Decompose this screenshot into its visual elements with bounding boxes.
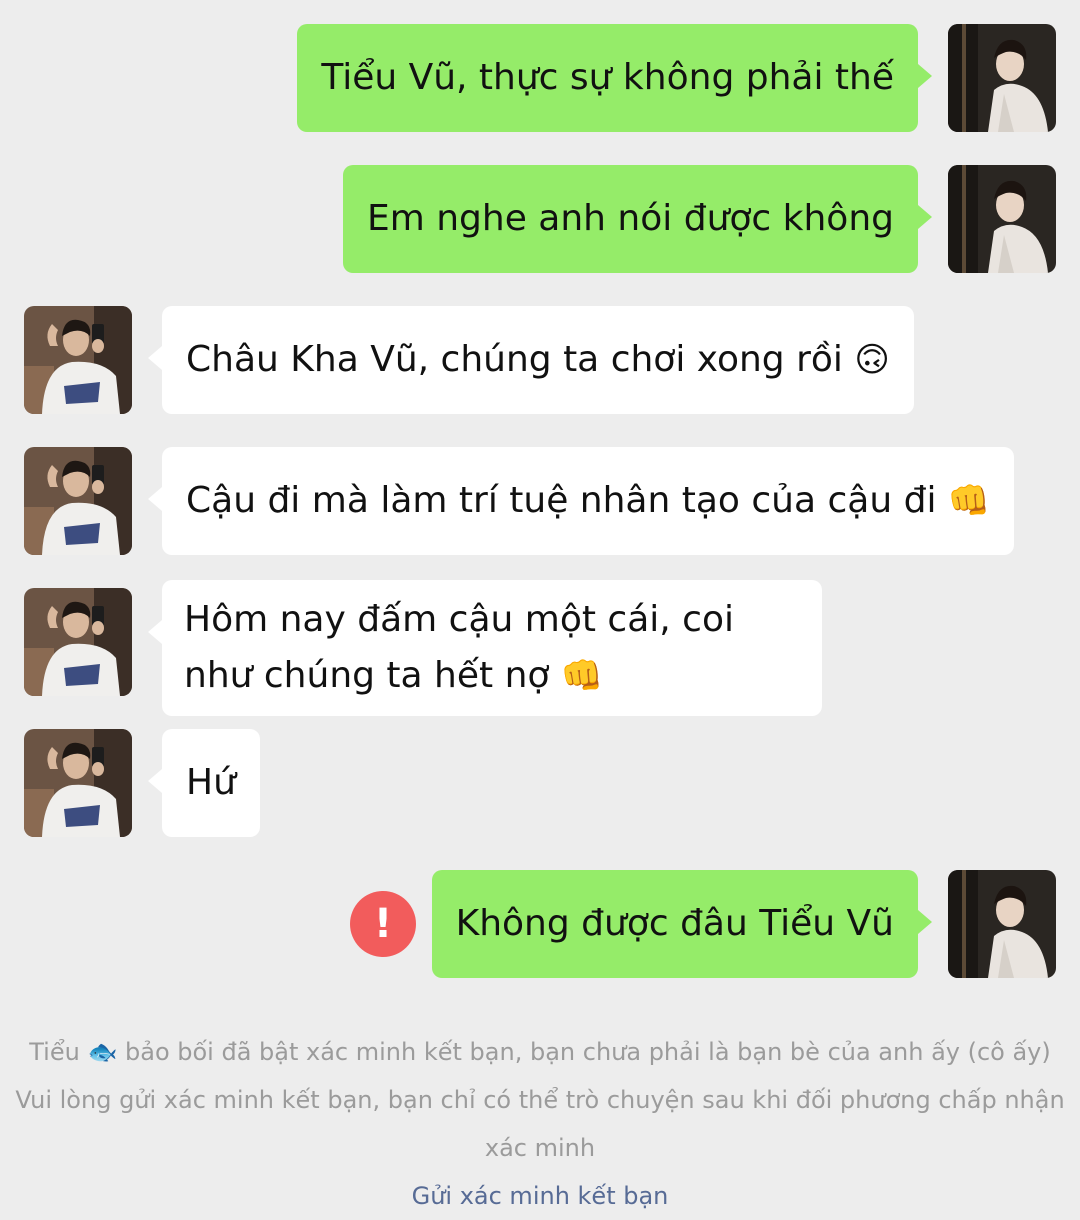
avatar-photo-icon	[24, 306, 132, 414]
avatar-photo-icon	[948, 24, 1056, 132]
avatar-photo-icon	[948, 870, 1056, 978]
message-row-me: Em nghe anh nói được không	[0, 165, 1080, 273]
notice-text: bảo bối đã bật xác minh kết bạn, bạn chư…	[125, 1038, 1051, 1066]
message-bubble[interactable]: Không được đâu Tiểu Vũ	[431, 870, 933, 978]
avatar-photo-icon	[24, 447, 132, 555]
contact-avatar[interactable]	[24, 447, 132, 555]
contact-avatar[interactable]	[24, 306, 132, 414]
avatar-photo-icon	[948, 165, 1056, 273]
my-avatar[interactable]	[948, 870, 1056, 978]
notice-line-1: Tiểu 🐟 bảo bối đã bật xác minh kết bạn, …	[0, 1028, 1080, 1076]
my-avatar[interactable]	[948, 24, 1056, 132]
message-row-them: Hứ	[0, 729, 1080, 837]
notice-line-2: Vui lòng gửi xác minh kết bạn, bạn chỉ c…	[15, 1086, 1065, 1162]
fish-icon: 🐟	[87, 1038, 118, 1066]
message-text: Châu Kha Vũ, chúng ta chơi xong rồi	[186, 339, 843, 380]
message-text: Em nghe anh nói được không	[366, 198, 894, 239]
message-bubble[interactable]: Cậu đi mà làm trí tuệ nhân tạo của cậu đ…	[147, 447, 1015, 555]
message-bubble[interactable]: Tiểu Vũ, thực sự không phải thế	[297, 24, 932, 132]
fist-icon: 👊	[947, 481, 991, 521]
message-row-them: Châu Kha Vũ, chúng ta chơi xong rồi 🙃	[0, 306, 1080, 414]
my-avatar[interactable]	[948, 165, 1056, 273]
message-row-them: Hôm nay đấm cậu một cái, coi như chúng t…	[0, 580, 1080, 716]
message-row-me: ! Không được đâu Tiểu Vũ	[0, 870, 1080, 978]
upside-down-face-icon: 🙃	[854, 340, 890, 380]
message-bubble[interactable]: Hứ	[148, 729, 260, 837]
send-friend-verification-link[interactable]: Gửi xác minh kết bạn	[0, 1172, 1080, 1220]
message-bubble[interactable]: Hôm nay đấm cậu một cái, coi như chúng t…	[148, 580, 822, 716]
message-text: Hôm nay đấm cậu một cái, coi như chúng t…	[184, 599, 734, 696]
contact-avatar[interactable]	[24, 729, 132, 837]
notice-text: Tiểu	[29, 1038, 80, 1066]
avatar-photo-icon	[24, 588, 132, 696]
message-text: Không được đâu Tiểu Vũ	[455, 903, 894, 944]
message-bubble[interactable]: Châu Kha Vũ, chúng ta chơi xong rồi 🙃	[148, 306, 914, 414]
message-text: Cậu đi mà làm trí tuệ nhân tạo của cậu đ…	[186, 480, 937, 521]
message-text: Hứ	[186, 762, 236, 803]
fist-icon: 👊	[560, 656, 604, 696]
system-notice: Tiểu 🐟 bảo bối đã bật xác minh kết bạn, …	[0, 1028, 1080, 1220]
contact-avatar[interactable]	[24, 588, 132, 696]
message-text: Tiểu Vũ, thực sự không phải thế	[321, 57, 894, 98]
message-bubble[interactable]: Em nghe anh nói được không	[342, 165, 933, 273]
message-row-me: Tiểu Vũ, thực sự không phải thế	[0, 24, 1080, 132]
avatar-photo-icon	[24, 729, 132, 837]
exclamation-icon[interactable]: !	[350, 891, 416, 957]
message-row-them: Cậu đi mà làm trí tuệ nhân tạo của cậu đ…	[0, 447, 1080, 555]
